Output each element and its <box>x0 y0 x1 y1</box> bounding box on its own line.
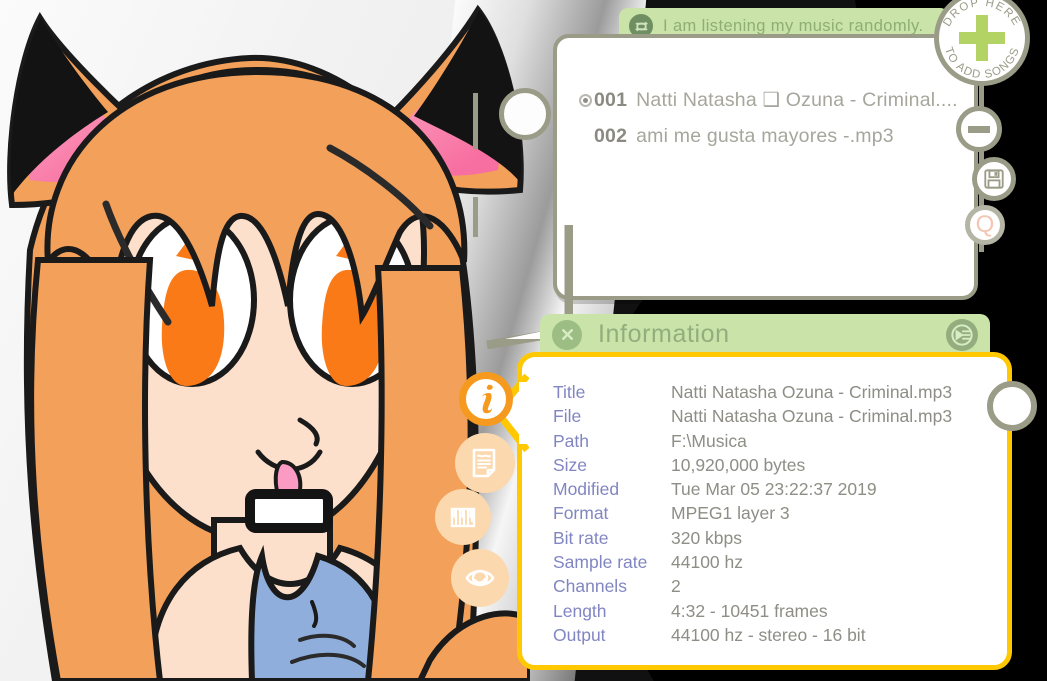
playlist-handle-stem-bottom <box>473 197 478 237</box>
now-playing-icon <box>579 130 592 143</box>
info-row-title: Title Natti Natasha Ozuna - Criminal.mp3 <box>553 380 996 404</box>
info-row-path: Path F:\Musica <box>553 429 996 453</box>
info-key: Bit rate <box>553 527 609 548</box>
info-row-format: Format MPEG1 layer 3 <box>553 501 996 525</box>
info-value: 320 kbps <box>671 527 743 548</box>
track-list[interactable]: 001 Natti Natasha ❑ Ozuna - Criminal....… <box>579 82 964 154</box>
info-row-modified: Modified Tue Mar 05 23:22:37 2019 <box>553 477 996 501</box>
document-icon <box>472 448 496 478</box>
info-key: Format <box>553 503 609 524</box>
floppy-disk-icon <box>984 169 1004 189</box>
info-value: MPEG1 layer 3 <box>671 503 790 524</box>
add-songs-button[interactable] <box>934 0 1030 86</box>
close-icon[interactable] <box>552 319 582 350</box>
eye-icon <box>465 569 495 587</box>
info-value: 2 <box>671 576 681 597</box>
information-panel: Title Natti Natasha Ozuna - Criminal.mp3 … <box>492 352 1037 670</box>
info-value: Natti Natasha Ozuna - Criminal.mp3 <box>671 406 953 427</box>
info-row-file: File Natti Natasha Ozuna - Criminal.mp3 <box>553 404 996 428</box>
tool-icon-rail <box>435 372 533 622</box>
info-value: Natti Natasha Ozuna - Criminal.mp3 <box>671 382 953 402</box>
info-value: F:\Musica <box>671 430 747 451</box>
playlist-handle[interactable] <box>473 88 551 237</box>
plus-icon <box>959 15 1005 61</box>
playlist-menu-icon[interactable] <box>946 318 978 351</box>
info-key: Channels <box>553 576 627 597</box>
equalizer-button[interactable] <box>435 489 491 545</box>
info-value: 10,920,000 bytes <box>671 454 806 475</box>
info-key: Title <box>553 382 586 402</box>
app-window: I am listening my music randomly. 001 Na… <box>0 0 1047 681</box>
info-row-samplerate: Sample rate 44100 hz <box>553 550 996 574</box>
minus-icon <box>968 125 990 133</box>
playlist-status-text: I am listening my music randomly. <box>663 16 924 35</box>
now-playing-icon <box>579 93 592 107</box>
information-rows: Title Natti Natasha Ozuna - Criminal.mp3 … <box>553 380 996 647</box>
info-value: 4:32 - 10451 frames <box>671 600 828 621</box>
info-value: 44100 hz - stereo - 16 bit <box>671 624 866 645</box>
info-row-size: Size 10,920,000 bytes <box>553 453 996 477</box>
equalizer-icon <box>450 507 476 528</box>
remove-song-button[interactable] <box>956 106 1002 152</box>
track-row[interactable]: 001 Natti Natasha ❑ Ozuna - Criminal.... <box>579 82 964 118</box>
info-value: 44100 hz <box>671 552 744 573</box>
playlist-control-rail: DROP HERE TO ADD SONGS Q <box>934 0 1047 254</box>
info-icon <box>482 384 493 414</box>
save-playlist-button[interactable] <box>972 157 1016 201</box>
lyrics-button[interactable] <box>455 433 515 493</box>
track-title: ami me gusta mayores -.mp3 <box>636 125 894 147</box>
track-row[interactable]: 002 ami me gusta mayores -.mp3 <box>579 118 964 154</box>
information-handle[interactable] <box>987 381 1037 431</box>
info-key: Size <box>553 454 588 475</box>
info-key: Sample rate <box>553 552 648 573</box>
info-value: Tue Mar 05 23:22:37 2019 <box>671 479 877 500</box>
info-key: Length <box>553 600 607 621</box>
info-row-length: Length 4:32 - 10451 frames <box>553 599 996 623</box>
track-title: Natti Natasha ❑ Ozuna - Criminal.... <box>636 89 958 111</box>
info-key: File <box>553 406 582 427</box>
queue-label: Q <box>975 211 995 238</box>
track-number: 001 <box>594 89 628 111</box>
playlist-window: I am listening my music randomly. 001 Na… <box>473 8 978 349</box>
info-key: Modified <box>553 479 620 500</box>
info-row-bitrate: Bit rate 320 kbps <box>553 526 996 550</box>
information-title: Information <box>598 320 730 348</box>
info-key: Path <box>553 430 589 451</box>
playlist-body[interactable] <box>553 34 978 300</box>
info-row-output: Output 44100 hz - stereo - 16 bit <box>553 623 996 647</box>
info-key: Output <box>553 624 606 645</box>
info-row-channels: Channels 2 <box>553 574 996 598</box>
playlist-handle-stem-top <box>473 93 478 149</box>
queue-button[interactable]: Q <box>965 205 1005 245</box>
track-number: 002 <box>594 125 628 147</box>
visualizer-button[interactable] <box>451 549 509 607</box>
information-titlebar: Information <box>540 314 990 355</box>
information-button[interactable] <box>459 372 513 426</box>
